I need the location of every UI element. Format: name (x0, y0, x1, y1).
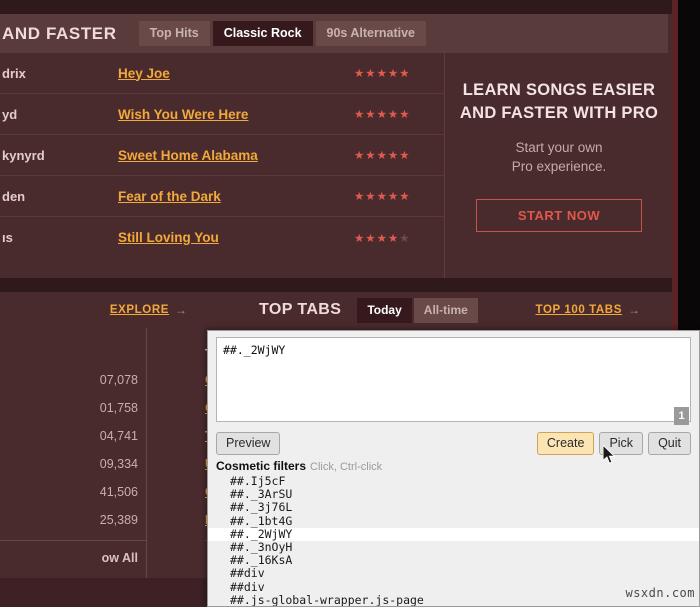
list-item[interactable]: 04,741 (0, 422, 146, 450)
filter-textarea[interactable] (216, 337, 691, 422)
song-artist: yd (2, 106, 18, 122)
explore-link[interactable]: EXPLORE (110, 304, 169, 316)
tab-90s-alternative[interactable]: 90s Alternative (315, 21, 427, 46)
rating-stars: ★★★★★ (354, 68, 411, 80)
table-row[interactable]: drix Hey Joe ★★★★★ (0, 53, 444, 94)
list-item[interactable]: ##._3j76L (208, 501, 699, 514)
list-item-count: 01,758 (99, 401, 138, 415)
list-item[interactable]: ##._16KsA (208, 553, 699, 567)
list-item[interactable]: 09,334 (0, 450, 146, 478)
pro-promo-panel: LEARN SONGS EASIER AND FASTER WITH PRO S… (446, 53, 672, 278)
promo-subtext: Start your own Pro experience. (512, 138, 607, 176)
song-artist: drix (2, 65, 26, 81)
song-artist: kynyrd (2, 147, 45, 163)
song-title-link[interactable]: Wish You Were Here (118, 107, 354, 122)
rating-stars: ★★★★★ (354, 232, 411, 245)
cosmetic-filters-header: Cosmetic filters Click, Ctrl-click (208, 458, 699, 474)
song-artist: den (2, 188, 26, 204)
list-item[interactable]: 07,078 (0, 366, 146, 394)
mid-dark-strip (0, 278, 672, 292)
table-row[interactable]: den Fear of the Dark ★★★★★ (0, 176, 444, 217)
left-column-header (0, 342, 146, 366)
page-title: AND FASTER (2, 23, 117, 43)
song-title-link[interactable]: Hey Joe (118, 66, 354, 81)
arrow-right-icon: → (175, 303, 187, 317)
pick-button[interactable]: Pick (599, 432, 644, 455)
list-item-count: 25,389 (99, 513, 138, 527)
list-item-count: 41,506 (99, 485, 138, 499)
song-title-link[interactable]: Fear of the Dark (118, 189, 354, 204)
list-item-count: 04,741 (99, 429, 138, 443)
song-list: drix Hey Joe ★★★★★ yd Wish You Were Here… (0, 53, 445, 278)
tab-today[interactable]: Today (357, 297, 412, 323)
top-tabs-bar: TOP TABS Today All-time TOP 100 TABS → (241, 292, 672, 328)
tab-top-hits[interactable]: Top Hits (138, 21, 210, 46)
rating-stars: ★★★★★ (354, 150, 411, 162)
top-tabs-title: TOP TABS (259, 301, 342, 318)
tab-classic-rock[interactable]: Classic Rock (212, 21, 313, 46)
top-100-tabs-container: TOP 100 TABS → (536, 303, 640, 317)
promo-heading: LEARN SONGS EASIER AND FASTER WITH PRO (459, 81, 659, 122)
list-item[interactable]: 01,758 (0, 394, 146, 422)
list-item[interactable]: 41,506 (0, 478, 146, 506)
hero-header: AND FASTER Top Hits Classic Rock 90s Alt… (0, 14, 668, 53)
list-item-selected[interactable]: ##._2WjWY (208, 527, 699, 541)
explore-bar: EXPLORE → (0, 292, 225, 328)
top-100-tabs-link[interactable]: TOP 100 TABS (536, 304, 622, 316)
preview-button[interactable]: Preview (216, 432, 281, 455)
show-all-link-left[interactable]: ow All (102, 551, 138, 565)
screenshot-root: AND FASTER Top Hits Classic Rock 90s Alt… (0, 0, 700, 607)
promo-subline-1: Start your own (515, 140, 603, 155)
list-item-count: 09,334 (99, 457, 138, 471)
song-title-link[interactable]: Sweet Home Alabama (118, 148, 354, 163)
arrow-right-icon: → (628, 303, 640, 317)
promo-subline-2: Pro experience. (511, 159, 607, 174)
list-item[interactable]: ##._1bt4G (208, 514, 699, 528)
match-count-badge: 1 (674, 407, 689, 425)
picker-textarea-area: 1 (208, 331, 699, 427)
genre-tab-group: Top Hits Classic Rock 90s Alternative (138, 21, 427, 46)
picker-button-row: Preview Create Pick Quit (208, 427, 699, 458)
table-row[interactable]: yd Wish You Were Here ★★★★★ (0, 94, 444, 135)
song-title-link[interactable]: Still Loving You (118, 230, 354, 245)
cosmetic-filters-hint: Click, Ctrl-click (310, 461, 383, 473)
list-item-count: 07,078 (99, 373, 138, 387)
list-item[interactable]: ##div (208, 567, 699, 580)
create-button[interactable]: Create (536, 432, 595, 455)
rating-stars: ★★★★★ (354, 191, 411, 203)
list-item[interactable]: 25,389 (0, 506, 146, 534)
rating-stars: ★★★★★ (354, 109, 411, 121)
table-row[interactable]: ıs Still Loving You ★★★★★ (0, 217, 444, 258)
cosmetic-filters-title: Cosmetic filters (216, 459, 307, 473)
watermark: wsxdn.com (625, 586, 695, 600)
quit-button[interactable]: Quit (648, 432, 691, 455)
top-dark-strip (0, 0, 672, 14)
textarea-wrapper: 1 (216, 337, 691, 427)
tab-all-time[interactable]: All-time (413, 297, 478, 323)
table-row[interactable]: kynyrd Sweet Home Alabama ★★★★★ (0, 135, 444, 176)
left-show-all-row: ow All (0, 540, 146, 565)
song-artist: ıs (2, 230, 13, 245)
left-count-column: 07,078 01,758 04,741 09,334 41,506 25,38… (0, 328, 147, 578)
top-tabs-tab-group: Today All-time (357, 297, 478, 323)
element-picker-dialog: 1 Preview Create Pick Quit Cosmetic filt… (207, 330, 700, 607)
start-now-button[interactable]: START NOW (476, 199, 642, 232)
